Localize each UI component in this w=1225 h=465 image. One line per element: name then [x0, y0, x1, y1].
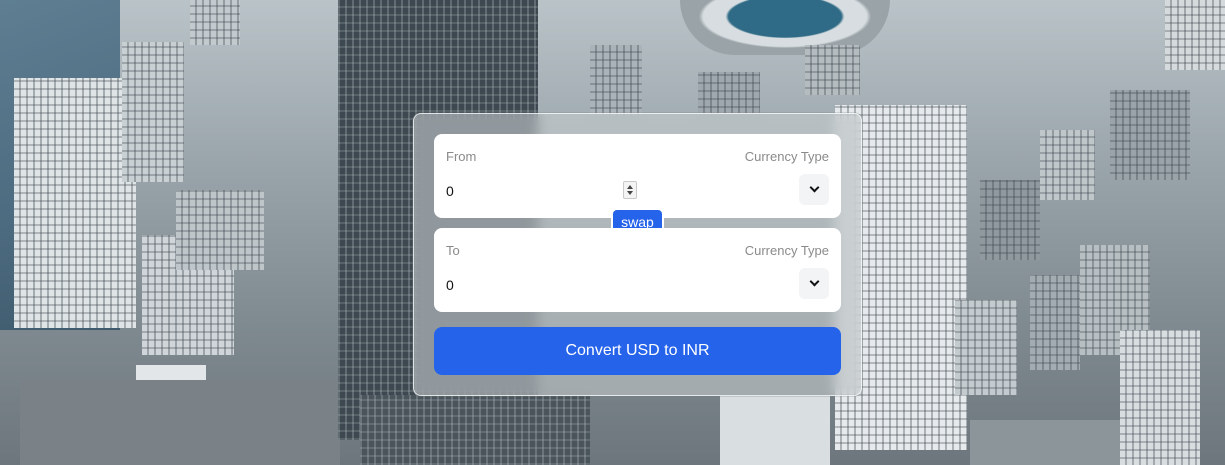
number-spinner-icon[interactable]	[623, 181, 637, 199]
chevron-down-icon	[809, 182, 819, 193]
from-amount-input[interactable]	[446, 180, 651, 202]
spinner-up-icon[interactable]	[627, 185, 633, 189]
to-currency-select[interactable]	[799, 268, 829, 299]
to-amount-input[interactable]	[446, 274, 651, 296]
building	[698, 72, 760, 114]
building	[176, 190, 264, 270]
building	[360, 395, 590, 465]
building	[805, 45, 860, 95]
from-label: From	[446, 149, 477, 164]
building	[980, 180, 1040, 260]
building	[590, 45, 642, 115]
to-panel: To Currency Type	[434, 228, 841, 312]
spinner-down-icon[interactable]	[627, 191, 633, 195]
currency-converter-card: From Currency Type swap To Currency Type…	[413, 113, 862, 396]
to-label: To	[446, 243, 460, 258]
road	[20, 380, 340, 465]
building	[1110, 90, 1190, 180]
building	[955, 300, 1017, 395]
building	[190, 0, 240, 45]
building	[122, 42, 184, 182]
building	[1030, 275, 1080, 370]
building	[1040, 130, 1095, 200]
from-panel: From Currency Type	[434, 134, 841, 218]
road	[970, 420, 1120, 465]
convert-button[interactable]: Convert USD to INR	[434, 327, 841, 375]
building	[720, 396, 830, 465]
from-currency-type-label: Currency Type	[744, 149, 829, 164]
building	[1120, 330, 1200, 465]
chevron-down-icon	[809, 276, 819, 287]
building	[1165, 0, 1225, 70]
to-currency-type-label: Currency Type	[744, 243, 829, 258]
from-currency-select[interactable]	[799, 174, 829, 205]
building	[14, 78, 136, 328]
